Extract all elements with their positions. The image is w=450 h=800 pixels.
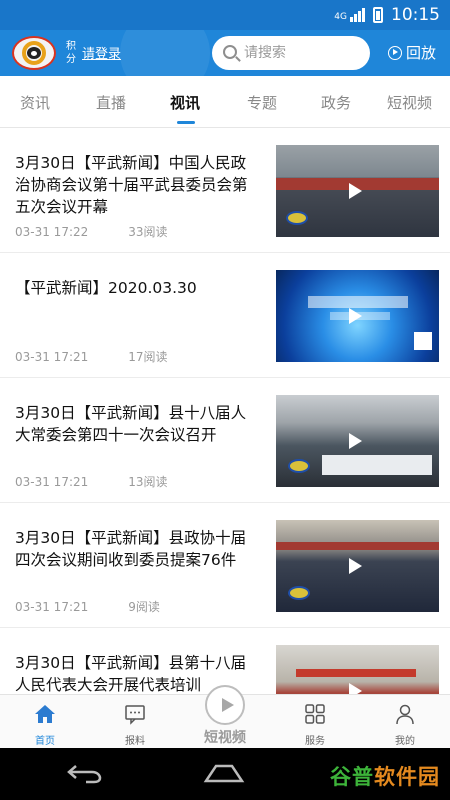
news-time: 03-31 17:21 [15, 600, 89, 614]
search-icon [223, 45, 237, 59]
active-tab-indicator [177, 121, 195, 124]
news-title[interactable]: 【平武新闻】2020.03.30 [15, 277, 260, 299]
replay-button[interactable]: 回放 [387, 42, 436, 63]
home-icon [35, 705, 55, 723]
video-thumbnail[interactable] [276, 645, 439, 694]
app-logo[interactable] [12, 36, 56, 70]
news-time: 03-31 17:21 [15, 475, 89, 489]
news-title[interactable]: 3月30日【平武新闻】中国人民政治协商会议第十届平武县委员会第五次会议开幕 [15, 152, 260, 218]
search-input[interactable] [244, 43, 362, 63]
brand-part-2: 软件园 [374, 765, 440, 789]
nav-mine-label: 我的 [395, 736, 415, 747]
user-icon [396, 704, 414, 725]
video-thumbnail[interactable] [276, 520, 439, 612]
header-watermark [120, 30, 210, 76]
play-icon [349, 183, 362, 199]
news-time: 03-31 17:22 [15, 225, 89, 239]
login-link[interactable]: 请登录 [82, 43, 121, 62]
status-bar: 4G 10:15 [0, 0, 450, 30]
grid-icon [305, 704, 325, 724]
news-reads: 17阅读 [128, 350, 168, 364]
news-meta: 03-31 17:21 13阅读 [15, 473, 168, 490]
news-item[interactable]: 3月30日【平武新闻】县十八届人大常委会第四十一次会议召开 03-31 17:2… [0, 378, 450, 503]
bottom-nav: 首页 报料 短视频 服务 我的 [0, 685, 450, 748]
back-icon[interactable] [66, 764, 104, 784]
system-nav-bar: 谷普软件园 [0, 748, 450, 800]
video-thumbnail[interactable] [276, 270, 439, 362]
search-bar[interactable] [212, 36, 370, 70]
play-icon [349, 308, 362, 324]
news-reads: 33阅读 [128, 225, 168, 239]
news-reads: 13阅读 [128, 475, 168, 489]
replay-label: 回放 [405, 44, 436, 62]
video-thumbnail[interactable] [276, 395, 439, 487]
chat-bubble-icon [125, 705, 145, 725]
news-title[interactable]: 3月30日【平武新闻】县十八届人大常委会第四十一次会议召开 [15, 402, 260, 446]
status-icons: 4G 10:15 [334, 4, 440, 26]
tab-live[interactable]: 直播 [96, 92, 126, 113]
nav-short-video[interactable]: 短视频 [200, 685, 250, 747]
news-time: 03-31 17:21 [15, 350, 89, 364]
play-circle-icon [387, 45, 402, 60]
news-meta: 03-31 17:22 33阅读 [15, 223, 168, 240]
tab-news[interactable]: 资讯 [20, 92, 50, 113]
news-meta: 03-31 17:21 17阅读 [15, 348, 168, 365]
score-label: 积分 [66, 41, 76, 65]
play-icon [349, 558, 362, 574]
category-tabs: 资讯 直播 视讯 专题 政务 短视频 [0, 76, 450, 128]
home-outline-icon[interactable] [203, 763, 245, 783]
play-icon [349, 683, 362, 694]
tab-short-video[interactable]: 短视频 [387, 92, 432, 113]
news-item[interactable]: 3月30日【平武新闻】中国人民政治协商会议第十届平武县委员会第五次会议开幕 03… [0, 128, 450, 253]
brand-watermark: 谷普软件园 [330, 761, 440, 791]
news-item[interactable]: 【平武新闻】2020.03.30 03-31 17:21 17阅读 [0, 253, 450, 378]
news-meta: 03-31 17:21 9阅读 [15, 598, 160, 615]
news-title[interactable]: 3月30日【平武新闻】县政协十届四次会议期间收到委员提案76件 [15, 527, 260, 571]
tab-topics[interactable]: 专题 [247, 92, 277, 113]
nav-short-video-label: 短视频 [204, 730, 246, 746]
news-item[interactable]: 3月30日【平武新闻】县政协十届四次会议期间收到委员提案76件 03-31 17… [0, 503, 450, 628]
nav-report-label: 报料 [125, 736, 145, 747]
news-reads: 9阅读 [128, 600, 160, 614]
signal-icon: 4G [334, 8, 365, 22]
status-time: 10:15 [391, 5, 440, 25]
nav-home-label: 首页 [35, 736, 55, 747]
app-header: 积分 请登录 回放 [0, 30, 450, 76]
network-type: 4G [334, 12, 347, 22]
video-thumbnail[interactable] [276, 145, 439, 237]
play-circle-icon [205, 685, 245, 725]
play-icon [349, 433, 362, 449]
brand-part-1: 谷普 [330, 765, 374, 789]
battery-icon [373, 7, 383, 23]
tab-government[interactable]: 政务 [321, 92, 351, 113]
tab-video[interactable]: 视讯 [170, 92, 200, 113]
news-list: 3月30日【平武新闻】中国人民政治协商会议第十届平武县委员会第五次会议开幕 03… [0, 128, 450, 694]
nav-service-label: 服务 [305, 736, 325, 747]
